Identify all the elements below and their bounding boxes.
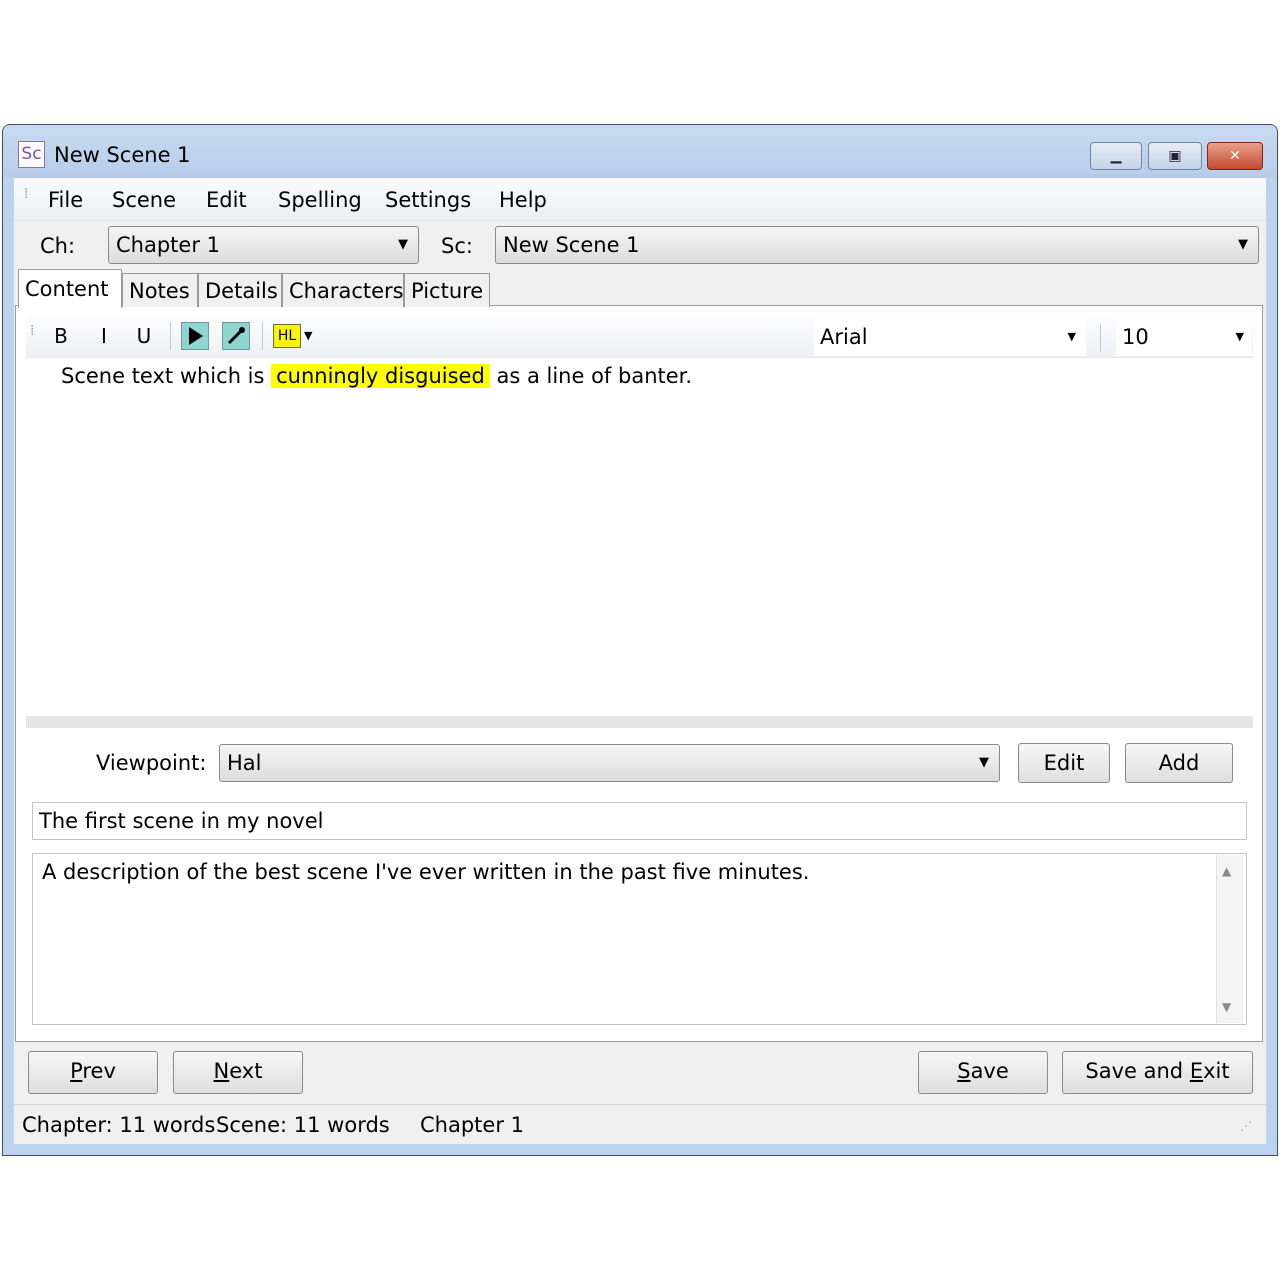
tab-picture[interactable]: Picture	[404, 273, 490, 307]
save-hotkey: S	[957, 1059, 971, 1083]
toolbar-divider	[262, 322, 263, 350]
app-icon: Sc	[18, 141, 45, 168]
chapter-select[interactable]: Chapter 1 ▼	[108, 226, 419, 264]
toolbar-divider	[170, 322, 171, 350]
scene-select-value: New Scene 1	[503, 233, 640, 257]
tab-notes[interactable]: Notes	[122, 273, 198, 307]
menu-scene[interactable]: Scene	[110, 186, 178, 214]
splitter-bar[interactable]	[26, 716, 1253, 728]
chevron-down-icon: ▼	[1235, 330, 1244, 343]
next-label: ext	[229, 1059, 263, 1083]
highlight-dropdown-icon[interactable]: ▼	[304, 326, 312, 346]
scene-text-start: Scene text which is	[61, 364, 272, 388]
close-icon: ✕	[1229, 148, 1241, 164]
highlight-button[interactable]: HL	[273, 324, 301, 348]
play-button[interactable]	[181, 322, 209, 350]
next-hotkey: N	[213, 1059, 230, 1083]
add-viewpoint-button[interactable]: Add	[1125, 743, 1233, 783]
menu-grip-icon: ⁞	[24, 186, 29, 202]
menu-settings[interactable]: Settings	[383, 186, 473, 214]
scene-label: Sc:	[441, 234, 473, 258]
viewpoint-value: Hal	[227, 751, 262, 775]
close-button[interactable]: ✕	[1207, 142, 1263, 170]
maximize-icon: ▣	[1168, 148, 1182, 164]
chevron-down-icon: ▼	[979, 755, 989, 770]
wrench-icon	[227, 327, 245, 345]
font-select[interactable]: Arial ▼	[814, 318, 1086, 356]
font-select-value: Arial	[820, 325, 868, 349]
tab-details[interactable]: Details	[198, 273, 282, 307]
prev-label: rev	[82, 1059, 116, 1083]
scroll-down-icon[interactable]: ▼	[1222, 1000, 1231, 1014]
menu-help[interactable]: Help	[497, 186, 549, 214]
scene-text-highlight: cunningly disguised	[271, 364, 490, 388]
bold-button[interactable]: B	[47, 322, 75, 350]
viewpoint-label: Viewpoint:	[96, 751, 207, 775]
chapter-select-value: Chapter 1	[116, 233, 220, 257]
status-chapter-name: Chapter 1	[420, 1113, 524, 1137]
chevron-down-icon: ▼	[398, 237, 408, 252]
menu-edit[interactable]: Edit	[204, 186, 249, 214]
resize-grip-icon[interactable]: ⋰	[1240, 1120, 1252, 1132]
minimize-icon: ▁	[1110, 148, 1122, 164]
scene-text: Scene text which is cunningly disguised …	[61, 362, 692, 390]
status-scene-words: Scene: 11 words	[216, 1113, 390, 1137]
maximize-button[interactable]: ▣	[1148, 142, 1202, 170]
save-exit-label-end: xit	[1203, 1059, 1230, 1083]
scroll-up-icon[interactable]: ▲	[1222, 864, 1231, 878]
save-label: ave	[970, 1059, 1009, 1083]
underline-button[interactable]: U	[130, 322, 158, 350]
italic-button[interactable]: I	[90, 322, 118, 350]
toolbar-divider	[1100, 324, 1101, 352]
window-title: New Scene 1	[54, 143, 191, 167]
save-exit-hotkey: E	[1189, 1059, 1204, 1083]
play-icon	[189, 327, 203, 345]
save-exit-label-start: Save and	[1085, 1059, 1190, 1083]
font-size-select[interactable]: 10 ▼	[1116, 318, 1252, 356]
edit-viewpoint-button[interactable]: Edit	[1018, 743, 1110, 783]
font-size-value: 10	[1122, 325, 1149, 349]
chevron-down-icon: ▼	[1238, 237, 1248, 252]
description-scrollbar[interactable]	[1216, 855, 1244, 1023]
toolbar-grip-icon: ⁞	[30, 323, 35, 339]
scene-editor[interactable]	[26, 358, 1253, 714]
menu-spelling[interactable]: Spelling	[276, 186, 364, 214]
save-button[interactable]: Save	[918, 1051, 1048, 1094]
description-text: A description of the best scene I've eve…	[42, 860, 810, 884]
save-and-exit-button[interactable]: Save and Exit	[1062, 1051, 1253, 1094]
title-bar[interactable]	[3, 125, 1277, 178]
viewpoint-select[interactable]: Hal ▼	[219, 744, 1000, 782]
scene-text-end: as a line of banter.	[489, 364, 693, 388]
tab-content[interactable]: Content	[18, 269, 122, 308]
status-chapter-words: Chapter: 11 words	[22, 1113, 216, 1137]
chevron-down-icon: ▼	[1067, 330, 1076, 343]
summary-field[interactable]: The first scene in my novel	[32, 802, 1247, 840]
tools-button[interactable]	[222, 322, 250, 350]
next-button[interactable]: Next	[173, 1051, 303, 1094]
scene-select[interactable]: New Scene 1 ▼	[495, 226, 1259, 264]
menu-file[interactable]: File	[46, 186, 85, 214]
minimize-button[interactable]: ▁	[1090, 142, 1142, 170]
prev-hotkey: P	[70, 1059, 83, 1083]
menu-bar	[14, 178, 1266, 221]
prev-button[interactable]: Prev	[28, 1051, 158, 1094]
tab-characters[interactable]: Characters	[282, 273, 404, 307]
chapter-label: Ch:	[40, 234, 76, 258]
